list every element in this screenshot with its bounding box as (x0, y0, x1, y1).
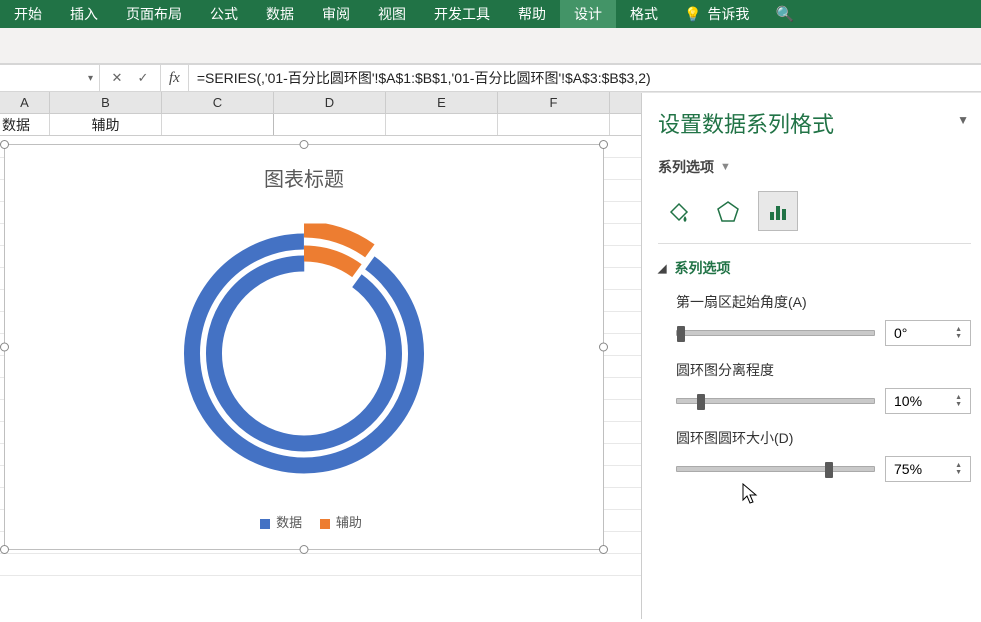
chart-title[interactable]: 图表标题 (5, 145, 603, 192)
tell-me-label: 告诉我 (707, 4, 749, 24)
field-doughnut-hole-size: 圆环图圆环大小(D) 75% ▲▼ (676, 428, 971, 482)
name-box[interactable]: ▾ (0, 65, 100, 91)
series-options-section-header[interactable]: ◢ 系列选项 (658, 258, 971, 278)
col-header-c[interactable]: C (162, 92, 274, 113)
chart-handle-e[interactable] (599, 343, 608, 352)
fx-button[interactable]: fx (161, 65, 189, 91)
ribbon-tab-developer[interactable]: 开发工具 (420, 0, 504, 28)
chart-handle-nw[interactable] (0, 140, 9, 149)
col-header-e[interactable]: E (386, 92, 498, 113)
chart-handle-se[interactable] (599, 545, 608, 554)
cell-e1[interactable] (386, 114, 498, 135)
stepper-first-slice-angle[interactable]: ▲▼ (955, 326, 962, 340)
tab-series-options[interactable] (758, 191, 798, 231)
legend-label-series1: 数据 (276, 515, 302, 530)
label-doughnut-explosion: 圆环图分离程度 (676, 360, 971, 380)
chart-handle-ne[interactable] (599, 140, 608, 149)
cancel-button[interactable]: ✕ (104, 65, 130, 91)
ribbon-tab-format[interactable]: 格式 (616, 0, 672, 28)
accept-button[interactable]: ✓ (130, 65, 156, 91)
pentagon-icon (715, 198, 741, 224)
tab-fill-line[interactable] (658, 191, 698, 231)
ribbon-tab-design[interactable]: 设计 (560, 0, 616, 28)
cell-a1[interactable]: 数据 (0, 114, 50, 135)
chart-handle-w[interactable] (0, 343, 9, 352)
panel-options-dropdown-icon[interactable]: ▼ (957, 113, 969, 127)
mouse-cursor-icon (742, 483, 760, 511)
value-doughnut-explosion-text: 10% (894, 393, 922, 409)
chart-handle-s[interactable] (300, 545, 309, 554)
value-doughnut-explosion[interactable]: 10% ▲▼ (885, 388, 971, 414)
label-first-slice-angle: 第一扇区起始角度(A) (676, 292, 971, 312)
bulb-icon: 💡 (684, 6, 701, 23)
ribbon-tab-review[interactable]: 审阅 (308, 0, 364, 28)
bar-chart-icon (765, 198, 791, 224)
slider-doughnut-hole-size[interactable] (676, 466, 875, 472)
series-options-dropdown[interactable]: 系列选项 ▼ (658, 157, 971, 177)
col-header-d[interactable]: D (274, 92, 386, 113)
col-header-a[interactable]: A (0, 92, 50, 113)
formula-bar: ▾ ✕ ✓ fx (0, 64, 981, 92)
paint-bucket-icon (665, 198, 691, 224)
ribbon-tab-page-layout[interactable]: 页面布局 (112, 0, 196, 28)
value-doughnut-hole-size-text: 75% (894, 461, 922, 477)
tab-effects[interactable] (708, 191, 748, 231)
search-icon[interactable]: 🔍 (775, 5, 794, 23)
ribbon-tab-insert[interactable]: 插入 (56, 0, 112, 28)
col-header-b[interactable]: B (50, 92, 162, 113)
legend-swatch-series1 (260, 519, 270, 529)
field-first-slice-angle: 第一扇区起始角度(A) 0° ▲▼ (676, 292, 971, 346)
stepper-doughnut-hole-size[interactable]: ▲▼ (955, 462, 962, 476)
format-panel: 设置数据系列格式 ▼ 系列选项 ▼ ◢ 系列选项 第一扇区起始角度(A) (641, 93, 981, 619)
ribbon-tab-home[interactable]: 开始 (0, 0, 56, 28)
chart-handle-n[interactable] (300, 140, 309, 149)
chevron-down-icon: ▼ (720, 161, 731, 173)
ribbon-toolbar-area (0, 28, 981, 64)
ribbon-tab-view[interactable]: 视图 (364, 0, 420, 28)
cell-f1[interactable] (498, 114, 610, 135)
cell-d1[interactable] (274, 114, 386, 135)
formula-bar-buttons: ✕ ✓ (100, 65, 161, 91)
stepper-doughnut-explosion[interactable]: ▲▼ (955, 394, 962, 408)
chart-handle-sw[interactable] (0, 545, 9, 554)
formula-input[interactable] (189, 65, 981, 91)
col-header-f[interactable]: F (498, 92, 610, 113)
label-doughnut-hole-size: 圆环图圆环大小(D) (676, 428, 971, 448)
chart-object[interactable]: 图表标题 数据 辅助 (4, 144, 604, 550)
field-doughnut-explosion: 圆环图分离程度 10% ▲▼ (676, 360, 971, 414)
slider-doughnut-explosion[interactable] (676, 398, 875, 404)
collapse-triangle-icon: ◢ (658, 262, 666, 275)
name-box-dropdown-icon[interactable]: ▾ (88, 73, 93, 84)
format-icon-tabs (658, 191, 971, 244)
series-options-section-label: 系列选项 (674, 258, 730, 278)
tell-me[interactable]: 💡 告诉我 (672, 4, 761, 24)
legend-swatch-series2 (320, 519, 330, 529)
cell-c1[interactable] (162, 114, 274, 135)
ribbon-tab-data[interactable]: 数据 (252, 0, 308, 28)
cell-b1[interactable]: 辅助 (50, 114, 162, 135)
value-doughnut-hole-size[interactable]: 75% ▲▼ (885, 456, 971, 482)
ribbon-tab-formulas[interactable]: 公式 (196, 0, 252, 28)
chart-legend[interactable]: 数据 辅助 (5, 512, 603, 531)
ribbon-tab-help[interactable]: 帮助 (504, 0, 560, 28)
series-options-dropdown-label: 系列选项 (658, 157, 714, 177)
doughnut-chart[interactable] (174, 224, 434, 487)
format-panel-title: 设置数据系列格式 (658, 107, 971, 139)
legend-label-series2: 辅助 (336, 515, 362, 530)
value-first-slice-angle[interactable]: 0° ▲▼ (885, 320, 971, 346)
value-first-slice-angle-text: 0° (894, 325, 907, 341)
slider-first-slice-angle[interactable] (676, 330, 875, 336)
ribbon: 开始 插入 页面布局 公式 数据 审阅 视图 开发工具 帮助 设计 格式 💡 告… (0, 0, 981, 28)
